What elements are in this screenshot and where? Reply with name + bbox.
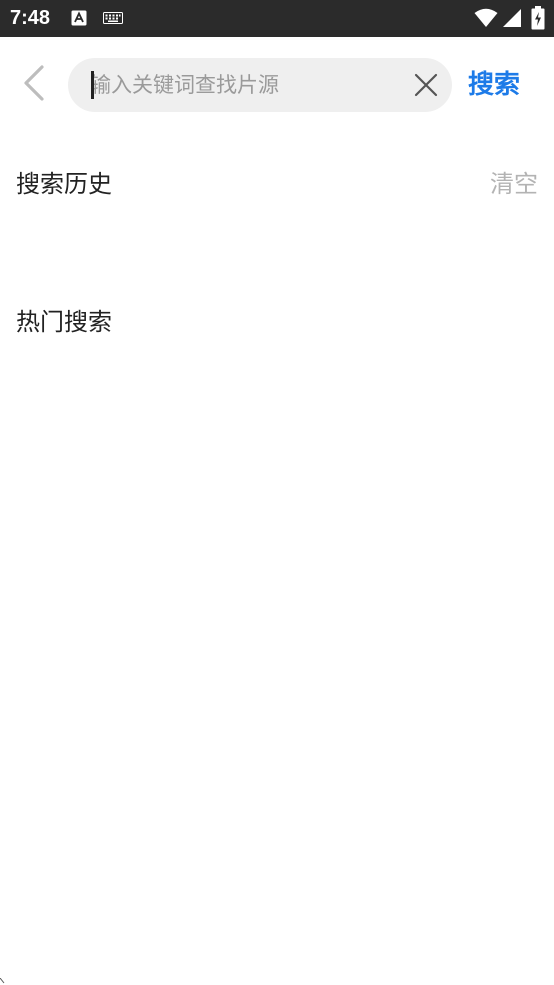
chevron-left-icon (24, 65, 44, 101)
search-toolbar: 搜索 (0, 37, 554, 133)
text-cursor (91, 71, 94, 99)
clear-input-button[interactable] (412, 71, 440, 99)
search-button[interactable]: 搜索 (468, 65, 520, 105)
history-title: 搜索历史 (16, 170, 112, 198)
status-time: 7:48 (10, 7, 51, 29)
close-icon (414, 73, 438, 97)
keyboard-icon (103, 12, 123, 24)
signal-icon (503, 9, 521, 27)
status-bar: 7:48 (0, 0, 554, 37)
back-button[interactable] (16, 63, 52, 103)
battery-charging-icon (531, 6, 545, 30)
font-a-icon (71, 10, 87, 26)
wifi-icon (474, 8, 498, 27)
search-input[interactable] (90, 58, 400, 112)
corner-mark (0, 978, 5, 984)
clear-history-button[interactable]: 清空 (490, 164, 538, 199)
hot-search-title: 热门搜索 (16, 308, 112, 336)
search-box (68, 58, 452, 112)
